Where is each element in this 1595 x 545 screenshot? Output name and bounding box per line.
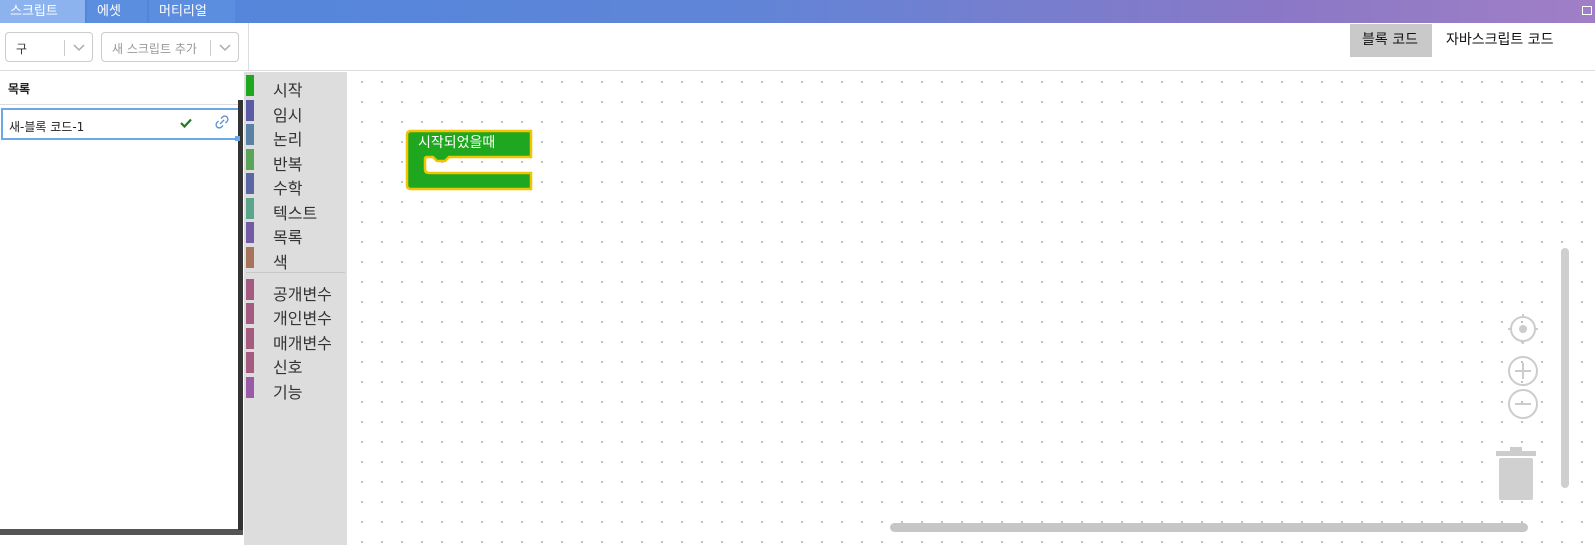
category-public-variables[interactable]: 공개변수 — [244, 278, 347, 304]
category-color-bar — [246, 352, 254, 373]
when-started-block[interactable]: 시작되었을때 — [405, 129, 537, 193]
script-item-name: 새-블록 코드-1 — [9, 120, 85, 134]
category-list[interactable]: 목록 — [244, 221, 347, 247]
chevron-down-icon[interactable] — [72, 41, 86, 53]
category-text[interactable]: 텍스트 — [244, 197, 347, 223]
tab-assets-label: 에셋 — [97, 4, 121, 19]
category-logic[interactable]: 논리 — [244, 123, 347, 149]
category-label: 기능 — [273, 383, 303, 402]
block-workspace[interactable]: 시작되었을때 — [347, 72, 1595, 545]
script-list-item[interactable]: 새-블록 코드-1 — [1, 108, 240, 140]
tab-material[interactable]: 머티리얼 — [149, 0, 235, 23]
category-color-bar — [246, 173, 254, 194]
panel-resize-divider[interactable] — [238, 100, 243, 530]
tab-block-code-label: 블록 코드 — [1362, 32, 1418, 48]
panel-bottom-scrollbar[interactable] — [0, 529, 243, 535]
category-color-bar — [246, 100, 254, 121]
category-color-bar — [246, 328, 254, 349]
center-view-icon[interactable] — [1507, 313, 1539, 345]
select-separator — [210, 40, 211, 56]
category-color-bar — [246, 303, 254, 324]
category-temp[interactable]: 임시 — [244, 99, 347, 125]
object-select-value: 구 — [16, 42, 28, 56]
category-color-bar — [246, 149, 254, 170]
script-list-panel: 목록 새-블록 코드-1 — [0, 72, 243, 545]
tab-script-label: 스크립트 — [10, 4, 58, 19]
script-list-title: 목록 — [8, 82, 31, 96]
link-icon[interactable] — [215, 115, 229, 129]
tab-block-code[interactable]: 블록 코드 — [1350, 24, 1432, 57]
category-parameters[interactable]: 매개변수 — [244, 327, 347, 353]
object-select[interactable]: 구 — [5, 32, 93, 62]
category-color-bar — [246, 124, 254, 145]
add-script-placeholder: 새 스크립트 추가 — [112, 42, 197, 56]
maximize-icon[interactable] — [1582, 6, 1592, 15]
category-label: 수학 — [273, 179, 303, 198]
add-script-select[interactable]: 새 스크립트 추가 — [101, 32, 239, 62]
category-label: 신호 — [273, 358, 303, 377]
event-block-label: 시작되었을때 — [418, 135, 495, 151]
category-label: 색 — [273, 253, 288, 272]
category-label: 목록 — [273, 228, 303, 247]
category-math[interactable]: 수학 — [244, 172, 347, 198]
select-separator — [64, 40, 65, 56]
category-private-variables[interactable]: 개인변수 — [244, 302, 347, 328]
category-start[interactable]: 시작 — [244, 74, 347, 100]
vertical-scrollbar[interactable] — [1561, 248, 1569, 488]
tab-javascript-code-label: 자바스크립트 코드 — [1446, 32, 1554, 48]
tab-javascript-code[interactable]: 자바스크립트 코드 — [1434, 24, 1595, 57]
category-color-bar — [246, 222, 254, 243]
toolbar-left: 구 새 스크립트 추가 — [0, 23, 249, 71]
block-category-toolbox: 시작 임시 논리 반복 수학 텍스트 목록 색 공개변수 개인변수 매개변수 신… — [244, 72, 347, 545]
category-label: 개인변수 — [273, 309, 332, 328]
top-tab-bar: 스크립트 에셋 머티리얼 — [0, 0, 1595, 23]
zoom-out-icon[interactable] — [1507, 388, 1539, 420]
category-color[interactable]: 색 — [244, 246, 347, 272]
category-color-bar — [246, 247, 254, 268]
category-color-bar — [246, 377, 254, 398]
trash-icon[interactable] — [1495, 446, 1537, 502]
category-loop[interactable]: 반복 — [244, 148, 347, 174]
category-label: 논리 — [273, 130, 303, 149]
zoom-in-icon[interactable] — [1507, 355, 1539, 387]
category-function[interactable]: 기능 — [244, 376, 347, 402]
tab-script[interactable]: 스크립트 — [0, 0, 85, 23]
script-list-header: 목록 — [0, 72, 243, 105]
resize-handle[interactable] — [235, 136, 240, 141]
tab-assets[interactable]: 에셋 — [87, 0, 147, 23]
toolbar: 구 새 스크립트 추가 블록 코드 자바스크립트 코드 — [0, 23, 1595, 71]
category-color-bar — [246, 279, 254, 300]
tab-material-label: 머티리얼 — [159, 4, 207, 19]
category-separator — [246, 272, 345, 273]
horizontal-scrollbar[interactable] — [890, 523, 1528, 532]
category-signal[interactable]: 신호 — [244, 351, 347, 377]
category-color-bar — [246, 75, 254, 96]
check-icon[interactable] — [179, 116, 193, 130]
category-color-bar — [246, 198, 254, 219]
chevron-down-icon[interactable] — [218, 41, 232, 53]
category-label: 시작 — [273, 81, 303, 100]
